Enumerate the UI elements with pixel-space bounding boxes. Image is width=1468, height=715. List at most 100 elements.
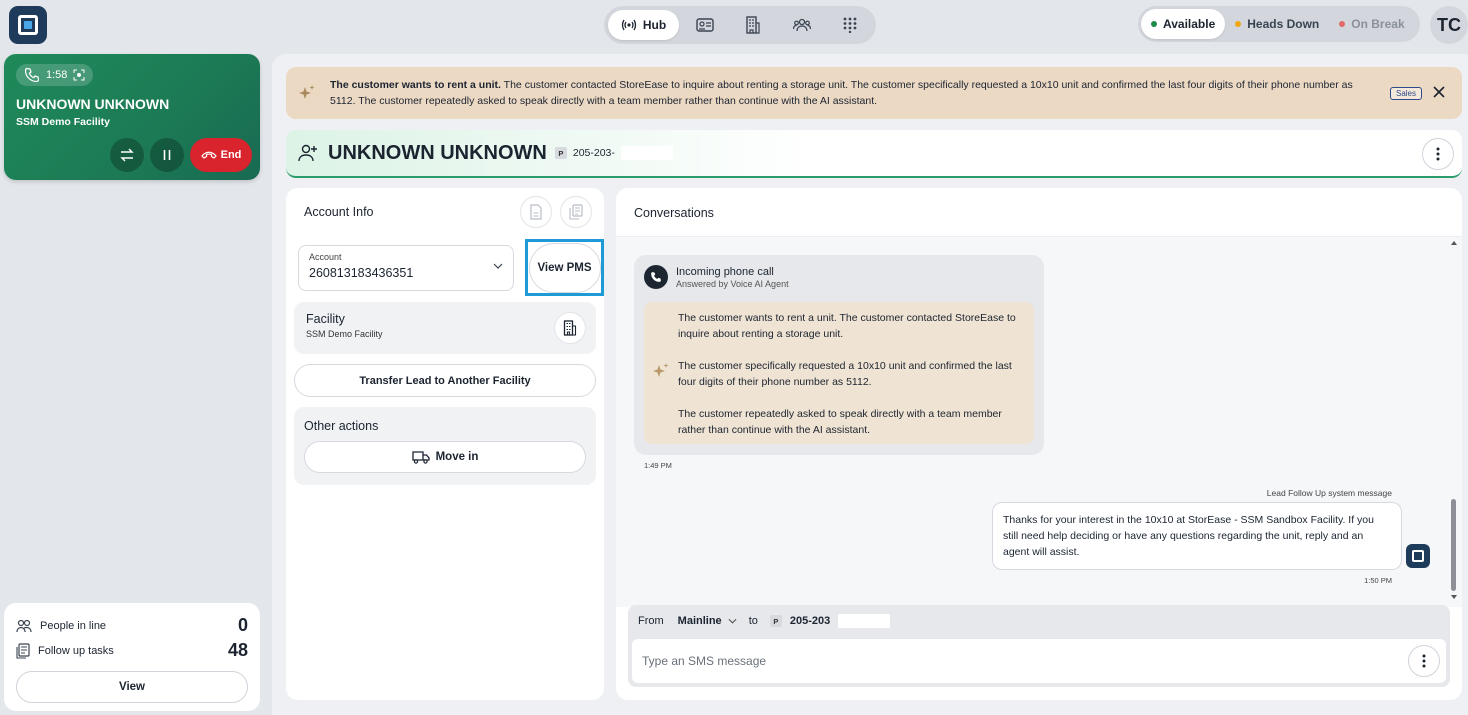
truck-icon (411, 450, 430, 464)
view-pms-highlight: View PMS (525, 239, 604, 296)
to-number: 205-203 (789, 615, 831, 627)
nav-hub-label: Hub (642, 18, 667, 32)
move-in-label: Move in (435, 451, 479, 463)
message-timestamp: 1:50 PM (1364, 576, 1392, 585)
id-card-icon (696, 18, 714, 32)
sales-tag: Sales (1389, 87, 1422, 100)
broadcast-icon (621, 19, 637, 31)
account-document-button[interactable] (520, 196, 552, 228)
status-on-break-label: On Break (1351, 17, 1405, 31)
status-available-option[interactable]: Available (1141, 9, 1226, 39)
account-info-panel: Account Info Account 260813183436351 Vie… (286, 188, 604, 700)
from-line-select[interactable]: Mainline (678, 615, 737, 627)
status-heads-down-label: Heads Down (1247, 17, 1320, 31)
contact-more-button[interactable] (1422, 138, 1454, 170)
nav-facilities-tab[interactable] (731, 10, 775, 40)
close-banner-button[interactable] (1432, 85, 1446, 99)
sms-input-box (632, 639, 1446, 683)
call-message-subtitle: Answered by Voice AI Agent (676, 278, 789, 289)
building-icon (745, 16, 761, 34)
sms-message-input[interactable] (642, 654, 1402, 668)
contact-phone-number: 205-203- (572, 147, 615, 159)
nav-team-tab[interactable] (780, 10, 824, 40)
outgoing-sms-message: Thanks for your interest in the 10x10 at… (992, 502, 1402, 570)
status-dot (1151, 21, 1157, 27)
end-call-label: End (220, 149, 242, 161)
record-icon (73, 69, 85, 81)
view-pms-button[interactable]: View PMS (528, 242, 601, 293)
redacted-block (620, 146, 673, 160)
contact-header: UNKNOWN UNKNOWN P 205-203- (286, 130, 1462, 178)
nav-contacts-tab[interactable] (683, 10, 727, 40)
call-timer: 1:58 (16, 64, 94, 86)
follow-up-tasks-label: Follow up tasks (38, 644, 114, 657)
summary-paragraph: The customer wants to rent a unit. The c… (678, 312, 1016, 340)
account-select-label: Account (309, 252, 342, 262)
status-dot (1235, 21, 1242, 27)
account-select-value: 260813183436351 (309, 266, 414, 280)
agent-status-switcher: Available Heads Down On Break (1138, 6, 1420, 42)
sms-composer: From Mainline to P 205-203 (628, 605, 1450, 687)
banner-headline: The customer wants to rent a unit. (330, 79, 501, 91)
people-in-line-count: 0 (237, 615, 248, 635)
chevron-down-icon (493, 263, 503, 269)
caller-facility: SSM Demo Facility (16, 116, 110, 128)
user-initials: TC (1437, 14, 1461, 35)
copy-icon (569, 204, 583, 220)
hold-call-button[interactable] (150, 138, 184, 172)
message-timestamp: 1:49 PM (644, 461, 672, 470)
facility-title: Facility (306, 312, 345, 326)
facility-card: Facility SSM Demo Facility (294, 302, 596, 354)
facility-details-button[interactable] (554, 312, 586, 344)
account-copy-button[interactable] (560, 196, 592, 228)
other-actions-card: Other actions Move in (294, 407, 596, 485)
add-contact-icon[interactable] (298, 144, 318, 162)
people-in-line-label: People in line (40, 619, 107, 632)
phone-type-badge: P (769, 615, 782, 627)
ai-summary-banner: The customer wants to rent a unit. The c… (286, 67, 1462, 119)
active-call-card: 1:58 UNKNOWN UNKNOWN SSM Demo Facility E… (4, 54, 260, 180)
sparkle-icon (652, 362, 670, 380)
from-line-value: Mainline (677, 615, 722, 627)
status-heads-down-option[interactable]: Heads Down (1225, 9, 1329, 39)
sender-avatar (1406, 544, 1430, 568)
move-in-button[interactable]: Move in (304, 441, 586, 473)
status-on-break-option[interactable]: On Break (1329, 9, 1414, 39)
document-icon (529, 204, 543, 220)
main-nav: Hub (604, 6, 876, 44)
pause-icon (162, 149, 172, 161)
close-icon (1432, 85, 1446, 99)
account-info-title: Account Info (304, 205, 374, 219)
to-label: to (748, 615, 758, 627)
nav-hub-tab[interactable]: Hub (608, 10, 680, 40)
caller-name: UNKNOWN UNKNOWN (16, 96, 170, 112)
transfer-lead-button[interactable]: Transfer Lead to Another Facility (294, 364, 596, 397)
people-icon (16, 619, 32, 633)
thread-scrollbar[interactable] (1450, 237, 1458, 607)
scrollbar-thumb[interactable] (1451, 499, 1456, 591)
team-icon (792, 17, 811, 33)
transfer-icon (119, 147, 135, 163)
conversation-thread[interactable]: Incoming phone call Answered by Voice AI… (616, 237, 1462, 607)
sparkle-icon (298, 84, 316, 102)
facility-name: SSM Demo Facility (306, 329, 383, 339)
nav-dialpad-tab[interactable] (828, 10, 872, 40)
more-vertical-icon (1422, 654, 1426, 668)
queue-summary-card: People in line 0 Follow up tasks 48 View (4, 603, 260, 711)
phone-type-badge: P (554, 147, 567, 159)
account-select[interactable]: Account 260813183436351 (298, 245, 514, 291)
view-queue-button[interactable]: View (16, 671, 248, 703)
end-call-button[interactable]: End (190, 138, 252, 172)
app-logo-button[interactable] (9, 6, 47, 44)
transfer-call-button[interactable] (110, 138, 144, 172)
follow-up-tasks-count: 48 (227, 640, 248, 660)
status-available-label: Available (1163, 17, 1216, 31)
user-avatar[interactable]: TC (1430, 6, 1468, 44)
clipboard-icon (16, 642, 30, 659)
incoming-call-message: Incoming phone call Answered by Voice AI… (634, 255, 1044, 455)
conversations-title: Conversations (634, 206, 714, 220)
contact-phone: P 205-203- (554, 146, 673, 160)
system-message-label: Lead Follow Up system message (1266, 488, 1392, 498)
composer-more-button[interactable] (1408, 645, 1440, 677)
more-vertical-icon (1436, 147, 1440, 161)
